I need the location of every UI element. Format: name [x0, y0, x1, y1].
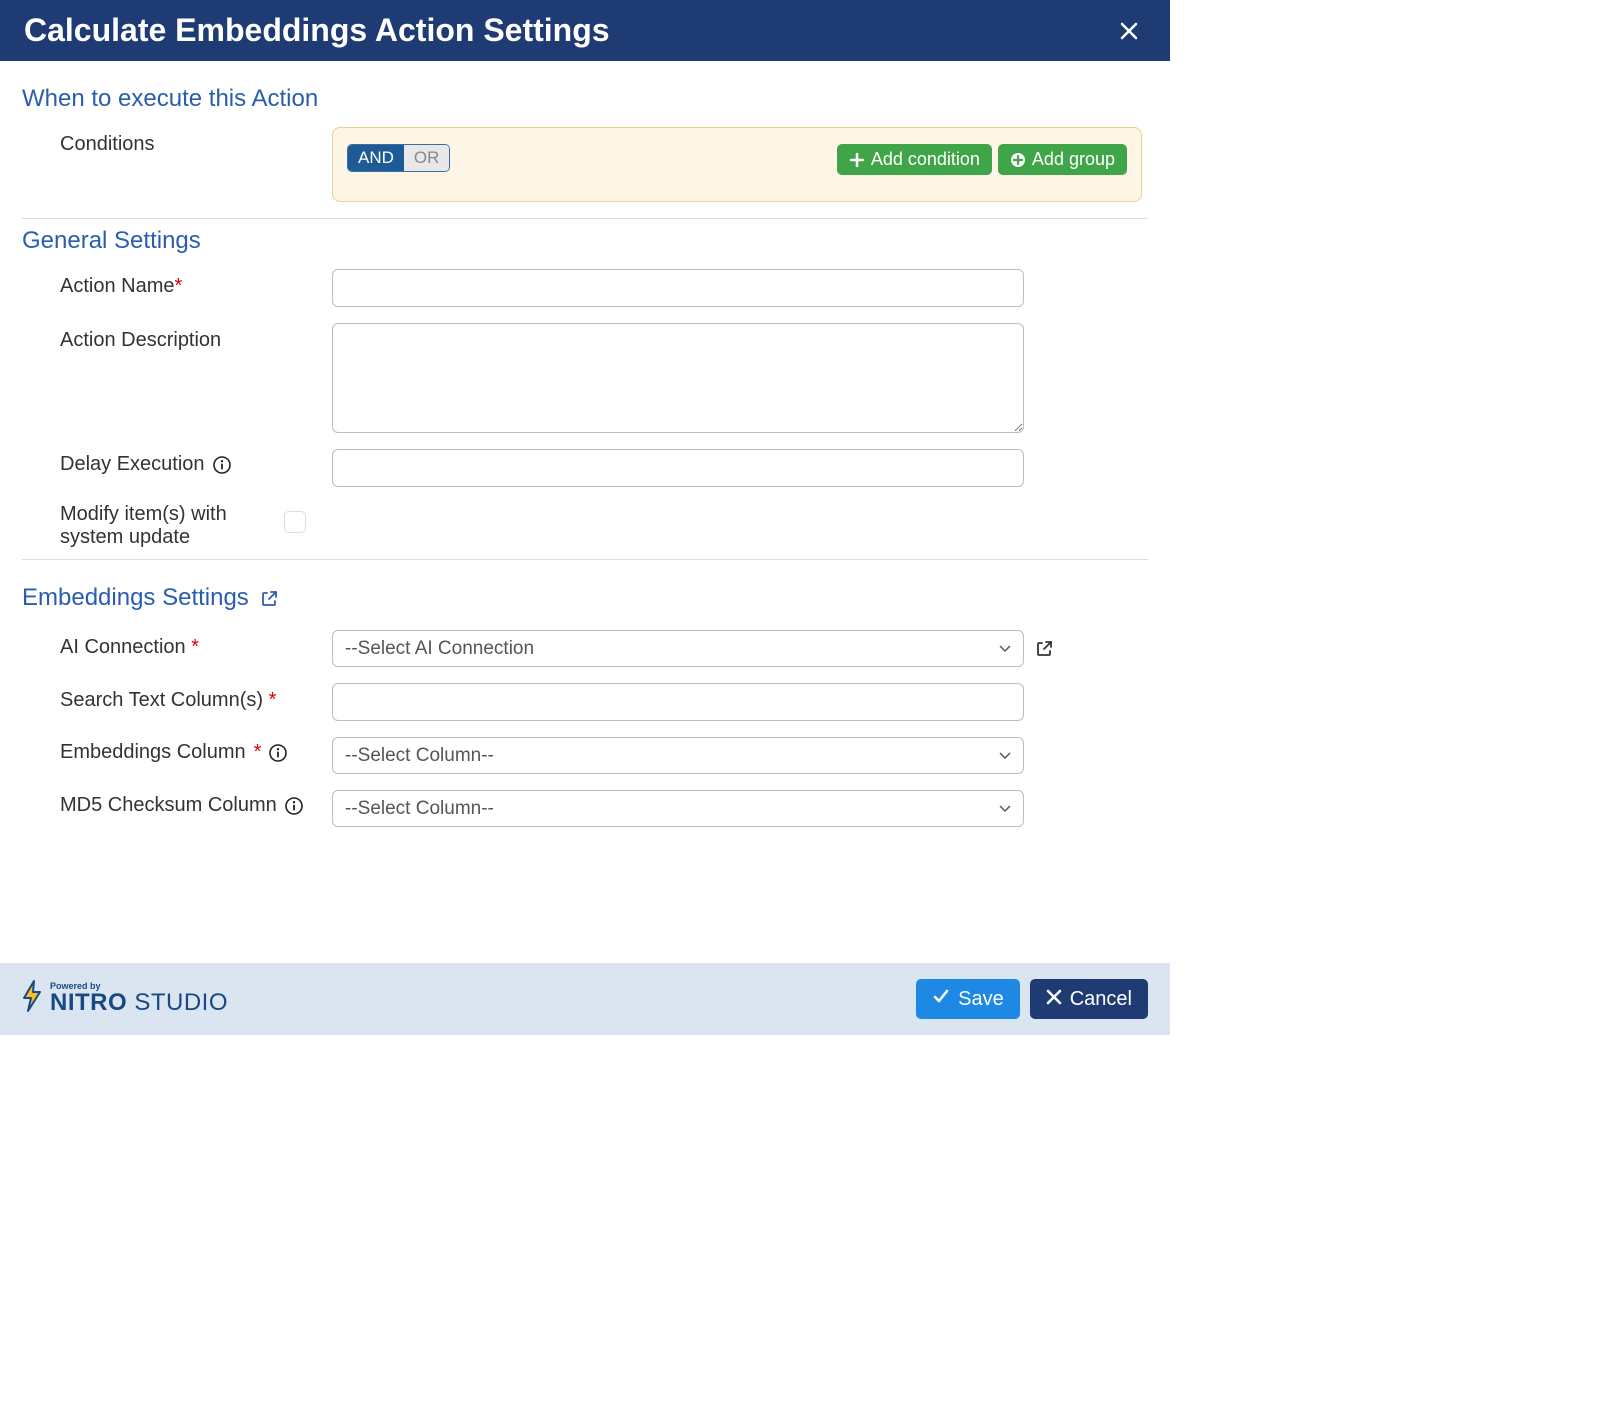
ai-connection-label: AI Connection * [22, 630, 332, 659]
md5-label: MD5 Checksum Column [22, 790, 332, 817]
search-text-label: Search Text Column(s) * [22, 683, 332, 712]
section-separator-2 [22, 559, 1148, 560]
required-mark: * [269, 689, 277, 711]
action-name-label: Action Name* [22, 269, 332, 298]
embeddings-column-select[interactable]: --Select Column-- [332, 737, 1024, 774]
and-segment[interactable]: AND [348, 145, 404, 171]
required-mark: * [191, 636, 199, 658]
required-mark: * [175, 275, 183, 297]
action-name-row: Action Name* [22, 269, 1148, 307]
action-name-input[interactable] [332, 269, 1024, 307]
plus-icon [849, 149, 865, 170]
delay-execution-input[interactable] [332, 449, 1024, 487]
brand-name: NITRO STUDIO [50, 989, 228, 1016]
section-separator [22, 218, 1148, 219]
modify-system-control [282, 503, 1148, 533]
info-icon[interactable] [285, 797, 303, 815]
modal-body: When to execute this Action Conditions A… [0, 61, 1170, 963]
add-group-button[interactable]: Add group [998, 144, 1127, 175]
embeddings-column-label-text: Embeddings Column [60, 741, 246, 764]
action-description-textarea[interactable] [332, 323, 1024, 433]
section-embeddings-title: Embeddings Settings [22, 584, 1148, 612]
conditions-box: AND OR Add condition Add group [332, 127, 1142, 202]
condition-buttons: Add condition Add group [837, 144, 1127, 175]
delay-execution-label: Delay Execution [22, 449, 332, 476]
embeddings-column-label: Embeddings Column * [22, 737, 332, 764]
ai-connection-row: AI Connection * --Select AI Connection [22, 630, 1148, 667]
external-link-icon[interactable] [1036, 640, 1053, 657]
brand-logo-icon [18, 979, 46, 1019]
embeddings-title-text: Embeddings Settings [22, 584, 249, 612]
ai-connection-select[interactable]: --Select AI Connection [332, 630, 1024, 667]
modify-system-row: Modify item(s) with system update [22, 503, 1148, 549]
save-button[interactable]: Save [916, 979, 1020, 1019]
conditions-label: Conditions [22, 127, 332, 156]
required-mark: * [254, 741, 262, 764]
action-description-control [332, 323, 1148, 433]
action-name-label-text: Action Name [60, 275, 175, 297]
ai-connection-label-text: AI Connection [60, 636, 186, 658]
cancel-label: Cancel [1070, 988, 1132, 1011]
action-name-control [332, 269, 1148, 307]
embeddings-column-row: Embeddings Column * --Select Column-- [22, 737, 1148, 774]
md5-select[interactable]: --Select Column-- [332, 790, 1024, 827]
delay-execution-label-text: Delay Execution [60, 453, 205, 476]
or-segment[interactable]: OR [404, 145, 450, 171]
embeddings-column-control: --Select Column-- [332, 737, 1148, 774]
modify-system-checkbox[interactable] [284, 511, 306, 533]
add-condition-button[interactable]: Add condition [837, 144, 992, 175]
add-condition-label: Add condition [871, 149, 980, 170]
search-text-row: Search Text Column(s) * [22, 683, 1148, 721]
md5-row: MD5 Checksum Column --Select Column-- [22, 790, 1148, 827]
md5-control: --Select Column-- [332, 790, 1148, 827]
section-when-title: When to execute this Action [22, 85, 1148, 113]
info-icon[interactable] [269, 744, 287, 762]
and-or-toggle[interactable]: AND OR [347, 144, 450, 172]
modify-system-label: Modify item(s) with system update [22, 503, 282, 549]
footer-brand: Powered by NITRO STUDIO [18, 979, 228, 1019]
md5-label-text: MD5 Checksum Column [60, 794, 277, 817]
search-text-control [332, 683, 1148, 721]
footer-buttons: Save Cancel [916, 979, 1148, 1019]
section-general-title: General Settings [22, 227, 1148, 255]
brand-light: STUDIO [134, 989, 228, 1016]
cancel-button[interactable]: Cancel [1030, 979, 1148, 1019]
modal-dialog: Calculate Embeddings Action Settings Whe… [0, 0, 1170, 1035]
save-label: Save [958, 988, 1004, 1011]
info-icon[interactable] [213, 456, 231, 474]
ai-connection-control: --Select AI Connection [332, 630, 1148, 667]
modal-title: Calculate Embeddings Action Settings [24, 12, 610, 49]
search-text-label-text: Search Text Column(s) [60, 689, 263, 711]
conditions-row: Conditions AND OR Add condition [22, 127, 1148, 202]
search-text-input[interactable] [332, 683, 1024, 721]
add-group-label: Add group [1032, 149, 1115, 170]
delay-execution-control [332, 449, 1148, 487]
close-icon [1120, 16, 1138, 46]
close-button[interactable] [1112, 14, 1146, 48]
action-description-row: Action Description [22, 323, 1148, 433]
close-icon [1046, 988, 1062, 1011]
brand-bold: NITRO [50, 989, 127, 1016]
check-icon [932, 987, 950, 1011]
plus-circle-icon [1010, 149, 1026, 170]
modal-header: Calculate Embeddings Action Settings [0, 0, 1170, 61]
delay-execution-row: Delay Execution [22, 449, 1148, 487]
modal-footer: Powered by NITRO STUDIO Save Cancel [0, 963, 1170, 1035]
action-description-label: Action Description [22, 323, 332, 352]
external-link-icon[interactable] [261, 590, 278, 607]
